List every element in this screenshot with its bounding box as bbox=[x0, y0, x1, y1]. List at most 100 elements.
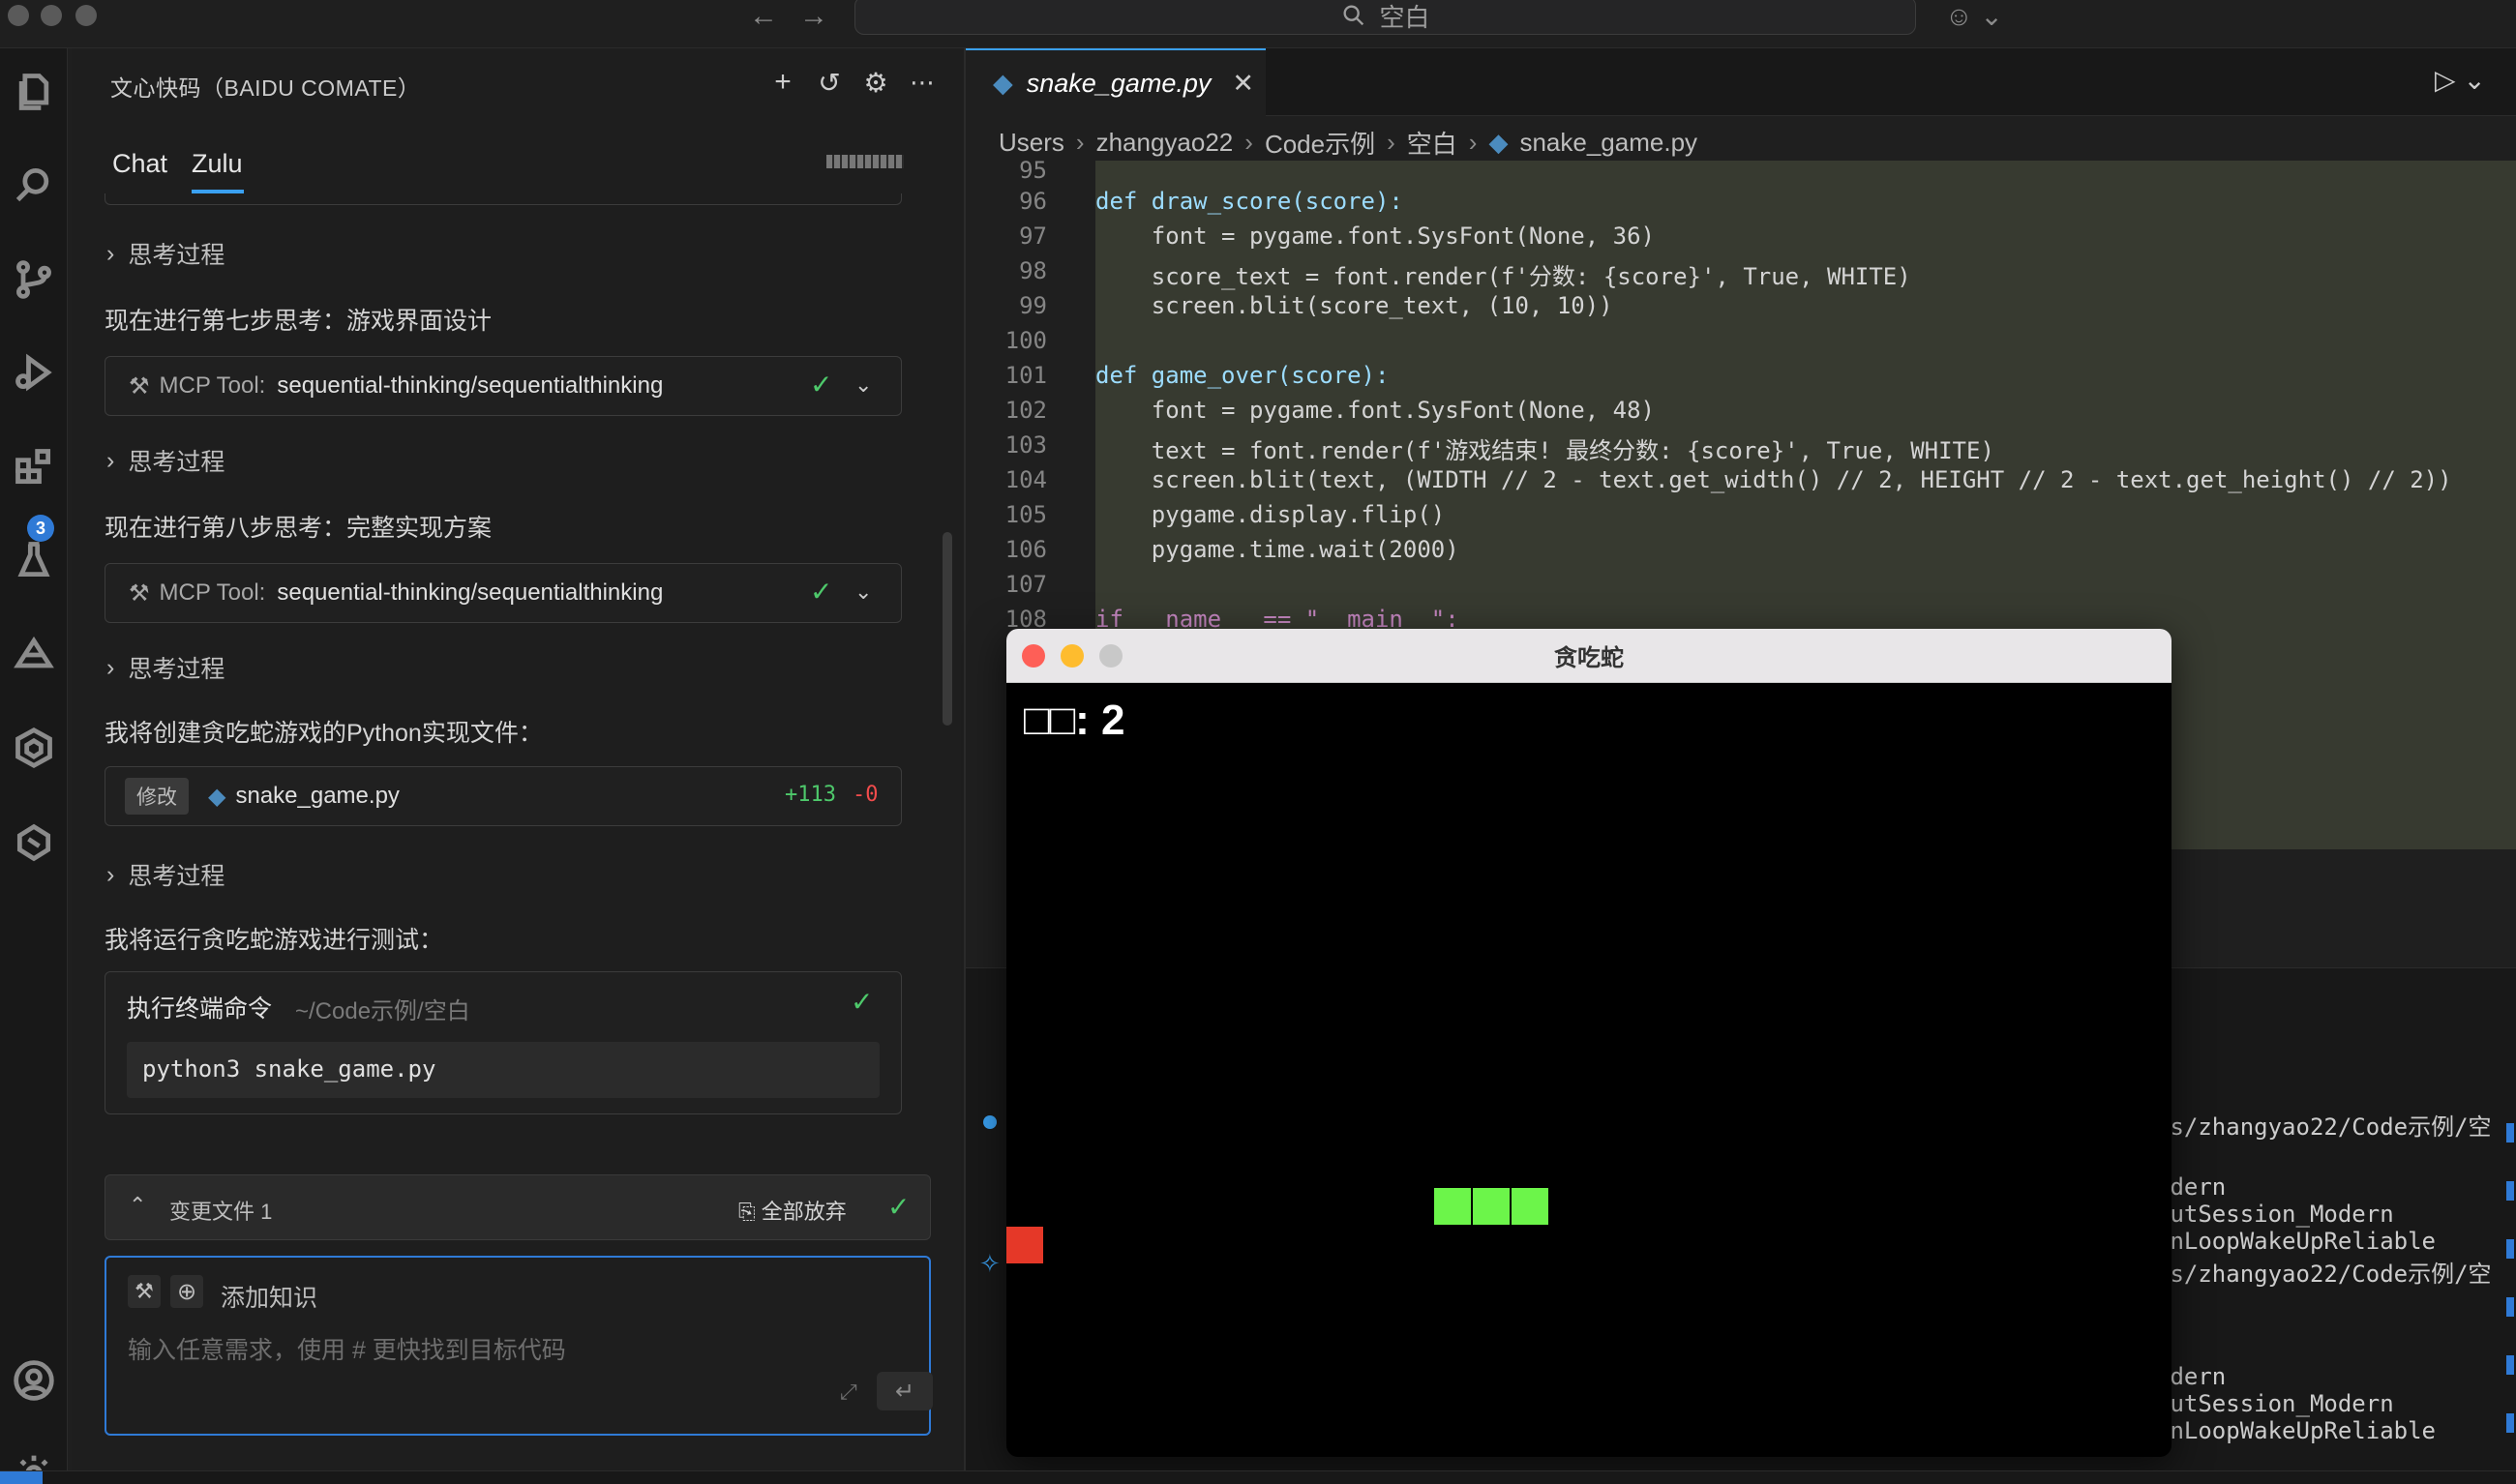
tab-chat[interactable]: Chat bbox=[112, 149, 167, 179]
tab-label: snake_game.py bbox=[1026, 68, 1212, 98]
line-number: 106 bbox=[1004, 536, 1047, 563]
zoom-window-button[interactable] bbox=[75, 5, 97, 26]
back-arrow-icon[interactable]: ← bbox=[749, 0, 778, 33]
gear-icon[interactable]: ⚙ bbox=[859, 66, 892, 99]
extensions-icon[interactable] bbox=[0, 433, 68, 501]
run-debug-icon[interactable] bbox=[0, 339, 68, 406]
expand-icon[interactable]: ⤢ bbox=[840, 1380, 857, 1405]
chevron-down-icon[interactable]: ⌄ bbox=[854, 372, 872, 398]
search-icon[interactable] bbox=[0, 151, 68, 219]
thinking-toggle[interactable]: › 思考过程 bbox=[106, 236, 225, 271]
file-change-card[interactable]: 修改 ◆ snake_game.py +113 -0 bbox=[105, 766, 902, 826]
line-number: 100 bbox=[1004, 327, 1047, 354]
line-number: 104 bbox=[1004, 466, 1047, 493]
more-icon[interactable]: ⋯ bbox=[906, 66, 939, 99]
chat-tabs: Chat Zulu bbox=[72, 137, 964, 193]
code-line[interactable]: font = pygame.font.SysFont(None, 48) bbox=[1095, 397, 1655, 424]
game-score: □□: 2 bbox=[1024, 697, 1125, 744]
code-line[interactable]: pygame.display.flip() bbox=[1095, 501, 1445, 528]
breadcrumb-item[interactable]: Code示例 bbox=[1265, 125, 1375, 161]
terminal-path: ~/Code示例/空白 bbox=[295, 998, 470, 1024]
breadcrumb-separator: › bbox=[1244, 127, 1253, 157]
forward-arrow-icon[interactable]: → bbox=[799, 0, 828, 33]
code-line[interactable]: text = font.render(f'游戏结束! 最终分数: {score}… bbox=[1095, 431, 1994, 465]
create-file-message: 我将创建贪吃蛇游戏的Python实现文件： bbox=[105, 720, 543, 747]
account-icon[interactable] bbox=[0, 1347, 68, 1414]
line-number: 105 bbox=[1004, 501, 1047, 528]
snake-game-window[interactable]: 贪吃蛇 □□: 2 bbox=[1006, 629, 2172, 1457]
breadcrumb-item[interactable]: snake_game.py bbox=[1519, 128, 1697, 158]
chat-input-placeholder[interactable]: 输入任意需求，使用 # 更快找到目标代码 bbox=[128, 1331, 566, 1366]
chevron-right-icon: › bbox=[106, 239, 115, 267]
breadcrumb-item[interactable]: zhangyao22 bbox=[1096, 128, 1234, 158]
explorer-icon[interactable] bbox=[0, 58, 68, 126]
terminal-command[interactable]: python3 snake_game.py bbox=[127, 1042, 880, 1098]
python-file-icon: ◆ bbox=[993, 68, 1013, 98]
code-line[interactable]: def game_over(score): bbox=[1095, 362, 1389, 389]
panel-scrollbar[interactable] bbox=[943, 532, 952, 726]
copilot-icon[interactable]: ☺ ⌄ bbox=[1945, 0, 2003, 32]
testing-icon[interactable] bbox=[0, 526, 68, 594]
python-file-icon: ◆ bbox=[1488, 127, 1509, 157]
code-line[interactable]: pygame.time.wait(2000) bbox=[1095, 536, 1459, 563]
chevron-down-icon[interactable]: ⌄ bbox=[854, 579, 872, 605]
comate-icon[interactable] bbox=[0, 621, 68, 689]
terminal-line: rs/zhangyao22/Code示例/空 bbox=[2156, 1261, 2492, 1288]
thinking-toggle[interactable]: › 思考过程 bbox=[106, 443, 225, 478]
code-line[interactable]: screen.blit(score_text, (10, 10)) bbox=[1095, 292, 1613, 319]
game-close-button[interactable] bbox=[1022, 644, 1045, 668]
terminal-line: unLoopWakeUpReliable bbox=[2156, 1417, 2436, 1444]
terminal-line: outSession_Modern bbox=[2156, 1201, 2394, 1228]
add-circle-icon[interactable]: ⊕ bbox=[170, 1275, 203, 1308]
breadcrumb-item[interactable]: Users bbox=[999, 128, 1064, 158]
line-number: 96 bbox=[1019, 188, 1047, 215]
breadcrumb-separator: › bbox=[1468, 127, 1478, 157]
minimize-window-button[interactable] bbox=[41, 5, 62, 26]
accept-all-check-icon[interactable]: ✓ bbox=[887, 1191, 910, 1223]
close-window-button[interactable] bbox=[8, 5, 29, 26]
zulu-icon[interactable] bbox=[0, 714, 68, 782]
tab-zulu[interactable]: Zulu bbox=[192, 149, 243, 179]
code-line[interactable]: screen.blit(text, (WIDTH // 2 - text.get… bbox=[1095, 466, 2452, 493]
game-zoom-button[interactable] bbox=[1099, 644, 1123, 668]
source-control-icon[interactable] bbox=[0, 246, 68, 313]
terminal-status-dot bbox=[983, 1115, 997, 1129]
line-number: 102 bbox=[1004, 397, 1047, 424]
thinking-toggle[interactable]: › 思考过程 bbox=[106, 650, 225, 685]
check-icon: ✓ bbox=[810, 577, 833, 607]
editor-tab-snake-game[interactable]: ◆ snake_game.py ✕ bbox=[966, 48, 1266, 116]
added-lines: +113 bbox=[785, 783, 836, 807]
send-button[interactable]: ↵ bbox=[877, 1372, 933, 1410]
hammer-icon[interactable]: ⚒ bbox=[128, 1275, 161, 1308]
terminal-line: unLoopWakeUpReliable bbox=[2156, 1228, 2436, 1255]
changed-files-bar[interactable]: ⌃ 变更文件 1 ⎘ 全部放弃 ✓ bbox=[105, 1174, 931, 1240]
history-icon[interactable]: ↺ bbox=[813, 66, 846, 99]
previous-card-edge bbox=[105, 193, 902, 205]
command-center-search[interactable]: 空白 bbox=[854, 0, 1916, 35]
removed-lines: -0 bbox=[853, 783, 879, 807]
run-icon[interactable]: ▷ ⌄ bbox=[2435, 64, 2486, 96]
code-line[interactable]: def draw_score(score): bbox=[1095, 188, 1403, 215]
chevron-up-icon[interactable]: ⌃ bbox=[129, 1193, 146, 1218]
mcp-tool-card[interactable]: ⚒ MCP Tool: sequential-thinking/sequenti… bbox=[105, 356, 902, 416]
sparkle-icon[interactable]: ✧ bbox=[979, 1249, 1001, 1279]
line-number: 107 bbox=[1004, 571, 1047, 598]
game-window-titlebar[interactable]: 贪吃蛇 bbox=[1006, 629, 2172, 683]
check-icon: ✓ bbox=[810, 370, 833, 400]
code-line[interactable]: font = pygame.font.SysFont(None, 36) bbox=[1095, 223, 1655, 250]
breadcrumb-separator: › bbox=[1387, 127, 1395, 157]
game-minimize-button[interactable] bbox=[1061, 644, 1084, 668]
close-tab-icon[interactable]: ✕ bbox=[1232, 69, 1254, 99]
code-line[interactable]: score_text = font.render(f'分数: {score}',… bbox=[1095, 257, 1911, 291]
chat-input-box[interactable]: ⚒ ⊕ 添加知识 输入任意需求，使用 # 更快找到目标代码 ⤢ ↵ bbox=[105, 1256, 933, 1436]
add-knowledge-label[interactable]: 添加知识 bbox=[221, 1279, 317, 1314]
thinking-toggle[interactable]: › 思考过程 bbox=[106, 857, 225, 892]
plugin-icon[interactable] bbox=[0, 809, 68, 876]
discard-all-button[interactable]: ⎘ 全部放弃 bbox=[738, 1195, 847, 1226]
breadcrumb-item[interactable]: 空白 bbox=[1407, 125, 1457, 161]
remote-indicator[interactable] bbox=[0, 1471, 43, 1484]
mcp-tool-card[interactable]: ⚒ MCP Tool: sequential-thinking/sequenti… bbox=[105, 563, 902, 623]
loading-indicator bbox=[826, 155, 904, 168]
new-chat-icon[interactable]: + bbox=[766, 66, 799, 99]
snake-segment bbox=[1512, 1188, 1548, 1225]
